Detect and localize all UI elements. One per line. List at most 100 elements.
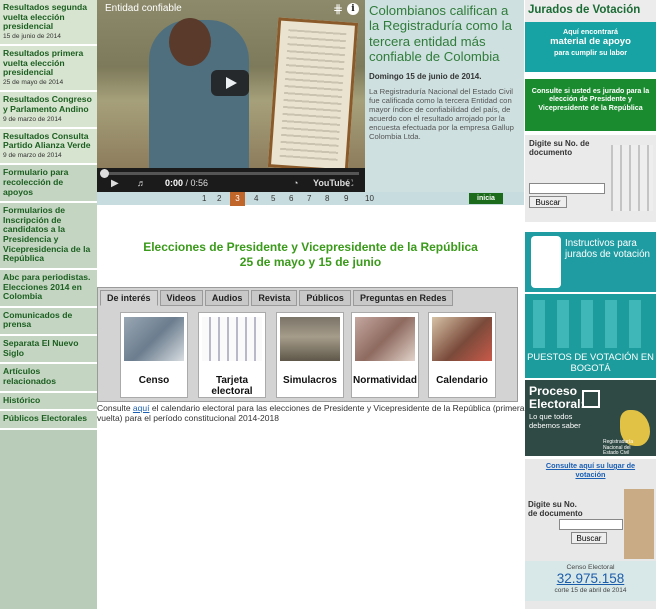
sidebar-item-title: Histórico bbox=[3, 394, 41, 405]
tab[interactable]: De interés bbox=[100, 290, 158, 306]
sidebar-item[interactable]: Histórico bbox=[0, 392, 97, 412]
feature-card-image bbox=[432, 317, 492, 361]
instructivos-banner[interactable]: Instructivos para jurados de votación bbox=[525, 232, 656, 292]
sidebar-item[interactable]: Separata El Nuevo Siglo bbox=[0, 336, 97, 365]
proceso-electoral-banner[interactable]: Proceso Electoral: Lo que todos debemos … bbox=[525, 380, 656, 456]
sidebar-item[interactable]: Resultados segunda vuelta elección presi… bbox=[0, 0, 97, 47]
sidebar-item[interactable]: Comunicados de prensa bbox=[0, 307, 97, 336]
censo-electoral: Censo Electoral 32.975.158 corte 15 de a… bbox=[525, 561, 656, 601]
feature-card-image bbox=[355, 317, 415, 361]
page-number[interactable]: 10 bbox=[365, 192, 374, 205]
sidebar-item[interactable]: Formularios de Inscripción de candidatos… bbox=[0, 203, 97, 270]
proceso-subtitle: Lo que todos debemos saber bbox=[529, 412, 581, 430]
progress-handle[interactable] bbox=[100, 169, 109, 178]
page-number[interactable]: 8 bbox=[325, 192, 329, 205]
feature-card[interactable]: Calendario bbox=[428, 312, 496, 398]
consulte-lugar-link[interactable]: Consulte aquí su lugar de votación bbox=[531, 461, 650, 480]
tab[interactable]: Videos bbox=[159, 290, 203, 306]
jurados-title: Jurados de Votación bbox=[525, 0, 656, 22]
feature-card-label: Calendario bbox=[436, 375, 488, 386]
tab-bar: De interés Videos Audios Revista Públicos Pre… bbox=[100, 290, 455, 306]
tab[interactable]: Públicos bbox=[299, 290, 351, 306]
elections-title: Elecciones de Presidente y Vicepresident… bbox=[97, 240, 524, 271]
puestos-banner[interactable]: PUESTOS DE VOTACIÓN EN BOGOTÁ bbox=[525, 294, 656, 378]
document-input[interactable] bbox=[529, 183, 605, 194]
video-player[interactable]: Entidad confiable ⋕ i ▶ ♬ 0:00 / 0:56 ◔ … bbox=[97, 0, 365, 192]
jurados-line2: material de apoyo bbox=[550, 36, 631, 47]
page-number[interactable]: 5 bbox=[271, 192, 275, 205]
play-icon[interactable]: ▶ bbox=[111, 178, 119, 189]
tab[interactable]: Preguntas en Redes bbox=[352, 290, 454, 306]
page-number[interactable]: 6 bbox=[289, 192, 293, 205]
headline-title[interactable]: Colombianos califican a la Registraduría… bbox=[369, 3, 520, 65]
headline-body: La Registraduría Nacional del Estado Civ… bbox=[369, 86, 514, 142]
feature-card[interactable]: Simulacros bbox=[276, 312, 344, 398]
censo-date: corte 15 de abril de 2014 bbox=[554, 586, 627, 594]
sidebar-item-date: 15 de junio de 2014 bbox=[3, 32, 61, 40]
consulta-jurado-banner[interactable]: Consulte si usted es jurado para la elec… bbox=[525, 79, 656, 131]
calendar-note: Consulte aquí el calendario electoral pa… bbox=[97, 403, 527, 424]
headline-panel: Colombianos califican a la Registraduría… bbox=[365, 0, 524, 192]
page-number[interactable]: 1 bbox=[202, 192, 206, 205]
page-number[interactable]: 2 bbox=[217, 192, 221, 205]
share-icon[interactable]: ⋕ bbox=[333, 2, 343, 16]
sidebar-item[interactable]: Resultados Consulta Partido Alianza Verd… bbox=[0, 128, 97, 166]
headline-date: Domingo 15 de junio de 2014. bbox=[369, 71, 482, 81]
sidebar-item[interactable]: Resultados Congreso y Parlamento Andino 9… bbox=[0, 92, 97, 129]
time-display: 0:00 / 0:56 bbox=[165, 178, 209, 188]
tabs-box: De interés Videos Audios Revista Públicos Pre… bbox=[97, 287, 518, 402]
tab[interactable]: Audios bbox=[204, 290, 250, 306]
start-button[interactable]: inicia bbox=[469, 193, 503, 204]
jurados-line3: para cumplir su labor bbox=[553, 47, 628, 57]
document-label: Digite su No. de documento bbox=[529, 139, 590, 157]
sidebar-item[interactable]: Resultados primera vuelta elección presi… bbox=[0, 46, 97, 93]
page-number[interactable]: 4 bbox=[254, 192, 258, 205]
feature-card-image bbox=[124, 317, 184, 361]
feature-card-label: Tarjeta electoral bbox=[211, 375, 253, 397]
search-button[interactable]: Buscar bbox=[529, 196, 567, 208]
document-label-2: Digite su No. de documento bbox=[528, 500, 583, 518]
fullscreen-icon[interactable]: ⛶ bbox=[347, 178, 353, 189]
jurado-search-box: Digite su No. de documento Buscar bbox=[525, 135, 656, 222]
time-total: 0:56 bbox=[190, 178, 209, 188]
video-progress-bar[interactable] bbox=[100, 169, 359, 178]
page-number[interactable]: 9 bbox=[344, 192, 348, 205]
page-number[interactable]: 3 bbox=[230, 192, 245, 206]
feature-card[interactable]: Normatividad bbox=[351, 312, 419, 398]
feature-card[interactable]: Censo bbox=[120, 312, 188, 398]
sidebar-item[interactable]: Artículos relacionados bbox=[0, 364, 97, 393]
slide-pager: inicia 1 2 3 4 5 6 7 8 9 10 bbox=[97, 192, 524, 206]
sidebar-item[interactable]: Formulario para recolección de apoyos bbox=[0, 165, 97, 204]
feature-card-label: Simulacros bbox=[283, 375, 337, 386]
sidebar-item-title: Formulario para recolección de apoyos bbox=[3, 167, 69, 197]
play-button[interactable] bbox=[211, 70, 249, 96]
youtube-logo[interactable]: YouTube bbox=[313, 178, 350, 188]
puestos-text: PUESTOS DE VOTACIÓN EN BOGOTÁ bbox=[527, 351, 654, 373]
book-icon bbox=[531, 236, 561, 288]
watch-later-icon[interactable]: ◔ bbox=[293, 178, 298, 188]
info-icon[interactable]: i bbox=[347, 3, 359, 15]
sidebar-item-title: Abc para periodistas. Elecciones 2014 en… bbox=[3, 271, 91, 302]
sidebar-item[interactable]: Abc para periodistas. Elecciones 2014 en… bbox=[0, 269, 97, 308]
sidebar-item[interactable]: Públicos Electorales bbox=[0, 411, 97, 430]
calendar-link[interactable]: aquí bbox=[133, 403, 150, 413]
sidebar-item-title: Separata El Nuevo Siglo bbox=[3, 338, 79, 358]
search-button-2[interactable]: Buscar bbox=[571, 532, 607, 544]
video-board bbox=[267, 17, 359, 173]
volume-icon[interactable]: ♬ bbox=[137, 178, 146, 188]
feature-card-image bbox=[280, 317, 340, 361]
censo-value[interactable]: 32.975.158 bbox=[525, 571, 656, 587]
feature-card[interactable]: Tarjeta electoral bbox=[198, 312, 266, 398]
document-input-2[interactable] bbox=[559, 519, 623, 530]
time-current: 0:00 bbox=[165, 178, 184, 188]
elections-title-line1: Elecciones de Presidente y Vicepresident… bbox=[143, 240, 478, 254]
registraduria-logo: Registraduría Nacional del Estado Civil bbox=[603, 439, 634, 456]
sidebar-item-title: Resultados segunda vuelta elección presi… bbox=[3, 2, 88, 32]
tab[interactable]: Revista bbox=[251, 290, 298, 306]
feature-card-label: Censo bbox=[138, 375, 170, 386]
jurados-banner[interactable]: Jurados de Votación Aquí encontrará mate… bbox=[525, 0, 656, 72]
video-title: Entidad confiable bbox=[105, 3, 182, 14]
elections-title-line2: 25 de mayo y 15 de junio bbox=[239, 255, 382, 270]
instructivos-text: Instructivos para jurados de votación bbox=[565, 238, 650, 261]
page-number[interactable]: 7 bbox=[307, 192, 311, 205]
